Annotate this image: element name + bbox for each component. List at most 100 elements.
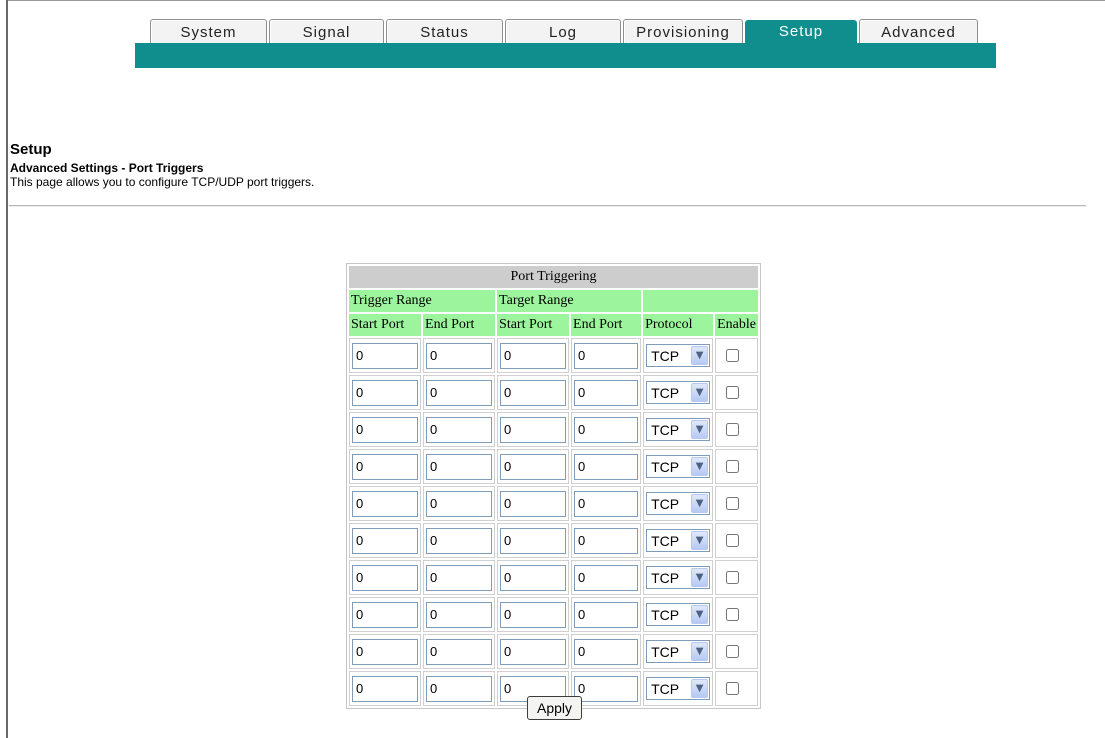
- protocol-cell: TCP ▼: [643, 375, 714, 410]
- tab-advanced[interactable]: Advanced: [859, 19, 978, 43]
- chevron-down-icon[interactable]: ▼: [691, 568, 709, 587]
- trigger-start-port-input[interactable]: [352, 527, 418, 554]
- col-trigger-end-port: End Port: [423, 314, 496, 336]
- col-target-end-port: End Port: [571, 314, 642, 336]
- protocol-select[interactable]: TCP ▼: [646, 381, 711, 404]
- trigger-end-port-input[interactable]: [426, 490, 493, 517]
- trigger-end-port-input[interactable]: [426, 564, 493, 591]
- page-title: Setup: [10, 141, 52, 158]
- page-subtitle: Advanced Settings - Port Triggers: [10, 161, 204, 175]
- chevron-down-icon[interactable]: ▼: [691, 457, 709, 476]
- table-row: TCP ▼: [349, 560, 758, 595]
- protocol-select[interactable]: TCP ▼: [646, 529, 711, 552]
- enable-checkbox[interactable]: [726, 385, 740, 399]
- tab-log[interactable]: Log: [505, 19, 621, 43]
- target-end-port-input[interactable]: [574, 453, 639, 480]
- target-end-cell: [571, 449, 642, 484]
- tab-status[interactable]: Status: [386, 19, 503, 43]
- target-start-cell: [497, 449, 570, 484]
- tab-provisioning[interactable]: Provisioning: [623, 19, 743, 43]
- trigger-end-port-input[interactable]: [426, 675, 493, 702]
- target-end-port-input[interactable]: [574, 416, 639, 443]
- target-end-port-input[interactable]: [574, 564, 639, 591]
- chevron-down-icon[interactable]: ▼: [691, 605, 709, 624]
- protocol-select[interactable]: TCP ▼: [646, 603, 711, 626]
- target-start-port-input[interactable]: [500, 564, 567, 591]
- target-end-port-input[interactable]: [574, 527, 639, 554]
- protocol-cell: TCP ▼: [643, 523, 714, 558]
- enable-checkbox[interactable]: [726, 533, 740, 547]
- trigger-start-port-input[interactable]: [352, 490, 418, 517]
- target-start-cell: [497, 375, 570, 410]
- target-start-port-input[interactable]: [500, 416, 567, 443]
- trigger-end-port-input[interactable]: [426, 638, 493, 665]
- trigger-start-port-input[interactable]: [352, 675, 418, 702]
- target-end-cell: [571, 560, 642, 595]
- target-start-port-input[interactable]: [500, 527, 567, 554]
- target-start-port-input[interactable]: [500, 379, 567, 406]
- protocol-select[interactable]: TCP ▼: [646, 492, 711, 515]
- trigger-start-cell: [349, 671, 422, 706]
- target-end-port-input[interactable]: [574, 675, 639, 702]
- target-start-cell: [497, 560, 570, 595]
- enable-checkbox[interactable]: [726, 681, 740, 695]
- target-start-cell: [497, 634, 570, 669]
- trigger-end-port-input[interactable]: [426, 601, 493, 628]
- trigger-start-port-input[interactable]: [352, 379, 418, 406]
- chevron-down-icon[interactable]: ▼: [691, 383, 709, 402]
- enable-checkbox[interactable]: [726, 459, 740, 473]
- chevron-down-icon[interactable]: ▼: [691, 531, 709, 550]
- trigger-start-port-input[interactable]: [352, 342, 418, 369]
- trigger-end-port-input[interactable]: [426, 379, 493, 406]
- enable-checkbox[interactable]: [726, 570, 740, 584]
- protocol-value: TCP: [651, 681, 680, 697]
- protocol-value: TCP: [651, 607, 680, 623]
- chevron-down-icon[interactable]: ▼: [691, 346, 709, 365]
- chevron-down-icon[interactable]: ▼: [691, 420, 709, 439]
- tab-system[interactable]: System: [150, 19, 267, 43]
- protocol-select[interactable]: TCP ▼: [646, 418, 711, 441]
- protocol-select[interactable]: TCP ▼: [646, 455, 711, 478]
- trigger-end-port-input[interactable]: [426, 416, 493, 443]
- target-end-port-input[interactable]: [574, 342, 639, 369]
- target-start-port-input[interactable]: [500, 490, 567, 517]
- target-end-port-input[interactable]: [574, 379, 639, 406]
- target-start-cell: [497, 597, 570, 632]
- trigger-start-port-input[interactable]: [352, 638, 418, 665]
- protocol-select[interactable]: TCP ▼: [646, 640, 711, 663]
- enable-checkbox[interactable]: [726, 644, 740, 658]
- protocol-cell: TCP ▼: [643, 449, 714, 484]
- trigger-start-port-input[interactable]: [352, 564, 418, 591]
- apply-button[interactable]: Apply: [527, 696, 582, 720]
- enable-checkbox[interactable]: [726, 422, 740, 436]
- enable-cell: [715, 671, 758, 706]
- target-end-port-input[interactable]: [574, 638, 639, 665]
- enable-checkbox[interactable]: [726, 496, 740, 510]
- trigger-end-port-input[interactable]: [426, 342, 493, 369]
- trigger-start-port-input[interactable]: [352, 416, 418, 443]
- target-start-port-input[interactable]: [500, 453, 567, 480]
- trigger-start-port-input[interactable]: [352, 601, 418, 628]
- enable-checkbox[interactable]: [726, 607, 740, 621]
- protocol-select[interactable]: TCP ▼: [646, 344, 711, 367]
- tab-signal[interactable]: Signal: [269, 19, 384, 43]
- target-end-port-input[interactable]: [574, 601, 639, 628]
- protocol-select[interactable]: TCP ▼: [646, 677, 711, 700]
- protocol-select[interactable]: TCP ▼: [646, 566, 711, 589]
- enable-cell: [715, 338, 758, 373]
- target-start-port-input[interactable]: [500, 638, 567, 665]
- target-start-port-input[interactable]: [500, 342, 567, 369]
- trigger-start-port-input[interactable]: [352, 453, 418, 480]
- trigger-end-port-input[interactable]: [426, 527, 493, 554]
- chevron-down-icon[interactable]: ▼: [691, 494, 709, 513]
- target-end-port-input[interactable]: [574, 490, 639, 517]
- trigger-start-cell: [349, 449, 422, 484]
- enable-checkbox[interactable]: [726, 348, 740, 362]
- chevron-down-icon[interactable]: ▼: [691, 679, 709, 698]
- tab-setup[interactable]: Setup: [745, 20, 857, 43]
- trigger-end-port-input[interactable]: [426, 453, 493, 480]
- target-start-port-input[interactable]: [500, 601, 567, 628]
- tab-bar: [135, 43, 996, 68]
- enable-cell: [715, 634, 758, 669]
- chevron-down-icon[interactable]: ▼: [691, 642, 709, 661]
